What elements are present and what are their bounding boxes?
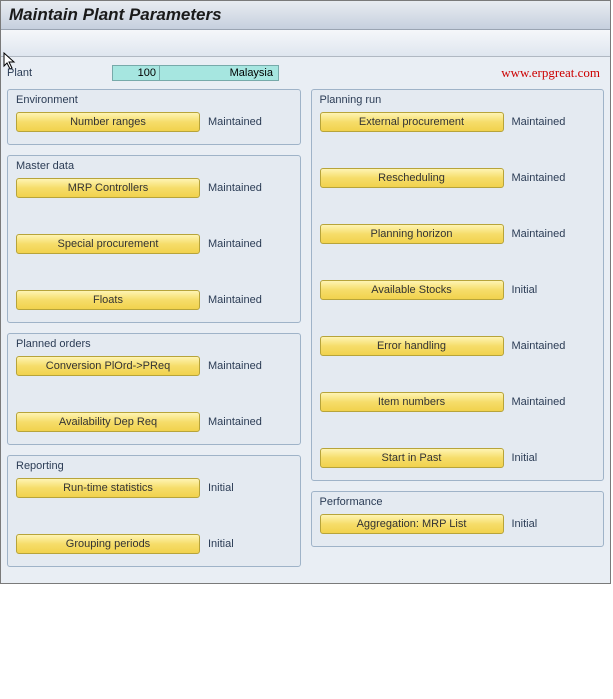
status-text: Maintained [208, 182, 262, 194]
floats-button[interactable]: Floats [16, 290, 200, 310]
left-column: Environment Number ranges Maintained Master… [7, 89, 301, 577]
right-column: Planning run External procurement Maintain… [311, 89, 605, 557]
number-ranges-button[interactable]: Number ranges [16, 112, 200, 132]
watermark-text: www.erpgreat.com [501, 65, 600, 81]
conversion-plord-preq-button[interactable]: Conversion PlOrd->PReq [16, 356, 200, 376]
group-planning-run: Planning run External procurement Maintain… [311, 89, 605, 481]
param-row-rescheduling: Rescheduling Maintained [320, 168, 596, 188]
group-title: Master data [8, 156, 300, 174]
status-text: Initial [512, 518, 538, 530]
status-text: Initial [208, 538, 234, 550]
status-text: Initial [512, 284, 538, 296]
special-procurement-button[interactable]: Special procurement [16, 234, 200, 254]
group-title: Performance [312, 492, 604, 510]
status-text: Initial [512, 452, 538, 464]
status-text: Maintained [512, 396, 566, 408]
start-in-past-button[interactable]: Start in Past [320, 448, 504, 468]
param-row-special-procurement: Special procurement Maintained [16, 234, 292, 254]
param-row-run-time-statistics: Run-time statistics Initial [16, 478, 292, 498]
available-stocks-button[interactable]: Available Stocks [320, 280, 504, 300]
status-text: Maintained [512, 116, 566, 128]
plant-row: Plant 100 Malaysia www.erpgreat.com [7, 65, 604, 81]
aggregation-mrp-list-button[interactable]: Aggregation: MRP List [320, 514, 504, 534]
rescheduling-button[interactable]: Rescheduling [320, 168, 504, 188]
status-text: Maintained [208, 294, 262, 306]
content-area: Plant 100 Malaysia www.erpgreat.com Envi… [1, 57, 610, 583]
param-row-conversion-plord-preq: Conversion PlOrd->PReq Maintained [16, 356, 292, 376]
grouping-periods-button[interactable]: Grouping periods [16, 534, 200, 554]
app-window: Maintain Plant Parameters Plant 100 Mala… [0, 0, 611, 584]
param-row-external-procurement: External procurement Maintained [320, 112, 596, 132]
group-body: Conversion PlOrd->PReqMaintainedAvailabi… [8, 352, 300, 444]
param-row-availability-dep-req: Availability Dep Req Maintained [16, 412, 292, 432]
group-body: MRP ControllersMaintainedSpecial procure… [8, 174, 300, 322]
group-title: Planning run [312, 90, 604, 108]
group-body: External procurementMaintainedRescheduli… [312, 108, 604, 480]
group-title: Reporting [8, 456, 300, 474]
status-text: Maintained [512, 340, 566, 352]
param-row-grouping-periods: Grouping periods Initial [16, 534, 292, 554]
group-reporting: ReportingRun-time statisticsInitialGroup… [7, 455, 301, 567]
status-text: Maintained [208, 116, 262, 128]
availability-dep-req-button[interactable]: Availability Dep Req [16, 412, 200, 432]
plant-code-field[interactable]: 100 [112, 65, 160, 81]
param-row-item-numbers: Item numbers Maintained [320, 392, 596, 412]
group-title: Planned orders [8, 334, 300, 352]
external-procurement-button[interactable]: External procurement [320, 112, 504, 132]
group-master-data: Master dataMRP ControllersMaintainedSpec… [7, 155, 301, 323]
run-time-statistics-button[interactable]: Run-time statistics [16, 478, 200, 498]
status-text: Maintained [512, 228, 566, 240]
planning-horizon-button[interactable]: Planning horizon [320, 224, 504, 244]
mrp-controllers-button[interactable]: MRP Controllers [16, 178, 200, 198]
group-environment: Environment Number ranges Maintained [7, 89, 301, 145]
plant-label: Plant [7, 67, 112, 79]
param-row-start-in-past: Start in Past Initial [320, 448, 596, 468]
item-numbers-button[interactable]: Item numbers [320, 392, 504, 412]
status-text: Maintained [208, 360, 262, 372]
param-row-aggregation-mrp-list: Aggregation: MRP List Initial [320, 514, 596, 534]
status-text: Initial [208, 482, 234, 494]
group-planned-orders: Planned orders Conversion PlOrd->PReq Main… [7, 333, 301, 445]
status-text: Maintained [208, 238, 262, 250]
param-row-planning-horizon: Planning horizon Maintained [320, 224, 596, 244]
group-performance: Performance Aggregation: MRP List Initial [311, 491, 605, 547]
param-row-error-handling: Error handling Maintained [320, 336, 596, 356]
group-title: Environment [8, 90, 300, 108]
param-row-available-stocks: Available Stocks Initial [320, 280, 596, 300]
error-handling-button[interactable]: Error handling [320, 336, 504, 356]
status-text: Maintained [208, 416, 262, 428]
param-row-number-ranges: Number ranges Maintained [16, 112, 292, 132]
param-row-mrp-controllers: MRP Controllers Maintained [16, 178, 292, 198]
group-body: Number ranges Maintained [8, 108, 300, 144]
group-body: Run-time statisticsInitialGrouping perio… [8, 474, 300, 566]
page-title: Maintain Plant Parameters [1, 1, 610, 30]
param-row-floats: Floats Maintained [16, 290, 292, 310]
toolbar [1, 30, 610, 57]
group-body: Aggregation: MRP List Initial [312, 510, 604, 546]
plant-name-field[interactable]: Malaysia [160, 65, 279, 81]
status-text: Maintained [512, 172, 566, 184]
